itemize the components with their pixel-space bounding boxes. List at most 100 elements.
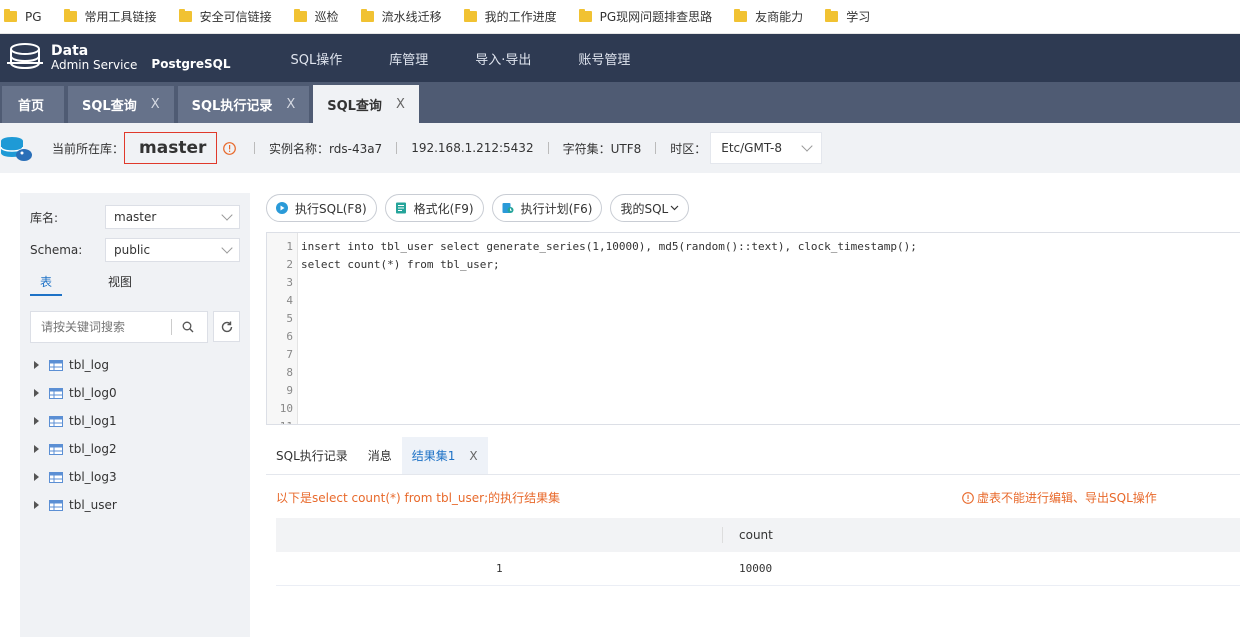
bookmark-tools[interactable]: 常用工具链接 xyxy=(63,8,157,25)
caret-right-icon[interactable] xyxy=(34,389,39,397)
code-area[interactable]: insert into tbl_user select generate_ser… xyxy=(301,233,917,274)
line-number: 10 xyxy=(279,402,293,415)
refresh-button[interactable] xyxy=(213,311,240,342)
caret-right-icon[interactable] xyxy=(34,473,39,481)
timezone-select[interactable]: Etc/GMT-8 xyxy=(710,132,823,164)
caret-right-icon[interactable] xyxy=(34,417,39,425)
line-number: 1 xyxy=(286,240,293,253)
divider xyxy=(547,142,549,154)
chevron-down-icon xyxy=(221,209,233,221)
page-tabs: 首页 SQL查询 X SQL执行记录 X SQL查询 X xyxy=(0,82,1240,123)
caret-right-icon[interactable] xyxy=(34,501,39,509)
execute-sql-button[interactable]: 执行SQL(F8) xyxy=(266,194,377,222)
folder-icon xyxy=(734,9,748,22)
warning-circle-icon[interactable] xyxy=(223,141,236,155)
nav-sql-ops[interactable]: SQL操作 xyxy=(290,49,342,68)
my-sql-dropdown[interactable]: 我的SQL xyxy=(610,194,690,222)
close-icon[interactable]: X xyxy=(286,97,295,112)
table-icon xyxy=(49,415,63,427)
db-label: 库名: xyxy=(30,210,59,225)
chevron-down-icon xyxy=(801,140,813,152)
charset: 字符集：UTF8 xyxy=(562,141,642,156)
db-select[interactable]: master xyxy=(105,205,240,229)
bookmark-inspection[interactable]: 巡检 xyxy=(293,8,339,25)
tab-home[interactable]: 首页 xyxy=(2,86,65,123)
caret-right-icon[interactable] xyxy=(34,445,39,453)
line-number: 5 xyxy=(286,312,293,325)
database-logo-icon xyxy=(7,43,43,70)
tab-sql-query-active[interactable]: SQL查询 X xyxy=(313,85,419,123)
instance-info-bar: 当前所在库： master 实例名称：rds-43a7 192.168.1.21… xyxy=(0,123,1240,173)
folder-icon xyxy=(825,9,839,22)
instance-address: 192.168.1.212:5432 xyxy=(411,141,534,155)
nav-db-management[interactable]: 库管理 xyxy=(389,49,428,68)
bookmark-pg[interactable]: PG xyxy=(4,9,42,24)
divider xyxy=(396,142,398,154)
top-nav: Data Admin Service PostgreSQL SQL操作 库管理 … xyxy=(0,34,1240,82)
warning-circle-icon xyxy=(962,491,974,504)
bookmark-pipeline[interactable]: 流水线迁移 xyxy=(360,8,442,25)
bookmark-learning[interactable]: 学习 xyxy=(825,8,870,25)
schema-field: Schema: public xyxy=(30,238,240,262)
folder-icon xyxy=(178,9,192,22)
line-number: 4 xyxy=(286,294,293,307)
chevron-down-icon xyxy=(221,242,233,254)
chevron-down-icon xyxy=(670,205,679,211)
sql-editor[interactable]: 1 2 3 4 5 6 7 8 9 10 11 insert into tbl_… xyxy=(266,232,1240,425)
tree-item-table[interactable]: tbl_user xyxy=(30,491,117,519)
divider xyxy=(722,527,723,543)
line-number: 6 xyxy=(286,330,293,343)
format-button[interactable]: 格式化(F9) xyxy=(384,194,484,222)
close-icon[interactable]: X xyxy=(469,449,477,463)
table-icon xyxy=(49,359,63,371)
line-number: 2 xyxy=(286,258,293,271)
logo-text: Data Admin Service xyxy=(51,44,137,72)
search-button[interactable] xyxy=(172,312,204,342)
nav-account-management[interactable]: 账号管理 xyxy=(578,49,630,68)
folder-icon xyxy=(293,9,307,22)
table-icon xyxy=(49,471,63,483)
bookmark-progress[interactable]: 我的工作进度 xyxy=(463,8,557,25)
grid-header: count xyxy=(276,518,1240,552)
caret-right-icon[interactable] xyxy=(34,361,39,369)
tree-item-table[interactable]: tbl_log xyxy=(30,351,117,379)
column-header-count[interactable]: count xyxy=(739,528,773,542)
db-field: 库名: master xyxy=(30,205,240,229)
table-tree: tbl_log tbl_log0 tbl_log1 tbl_log2 tbl_l… xyxy=(30,351,117,519)
logo-line1: Data xyxy=(51,43,89,59)
folder-icon xyxy=(578,9,592,22)
tree-item-table[interactable]: tbl_log1 xyxy=(30,407,117,435)
line-number: 8 xyxy=(286,366,293,379)
search-input[interactable] xyxy=(31,313,171,341)
tab-views[interactable]: 视图 xyxy=(104,273,136,296)
code-line: insert into tbl_user select generate_ser… xyxy=(301,240,917,253)
schema-select[interactable]: public xyxy=(105,238,240,262)
tab-messages[interactable]: 消息 xyxy=(358,437,402,474)
tab-execution-history[interactable]: SQL执行记录 xyxy=(266,437,358,474)
result-tabs: SQL执行记录 消息 结果集1 X xyxy=(266,437,1240,475)
row-number: 1 xyxy=(496,562,503,575)
tab-sql-query[interactable]: SQL查询 X xyxy=(68,86,174,123)
close-icon[interactable]: X xyxy=(151,97,160,112)
tab-sql-history[interactable]: SQL执行记录 X xyxy=(177,86,310,123)
line-number: 7 xyxy=(286,348,293,361)
tree-item-table[interactable]: tbl_log3 xyxy=(30,463,117,491)
tree-item-table[interactable]: tbl_log0 xyxy=(30,379,117,407)
cell-count[interactable]: 10000 xyxy=(739,562,772,575)
tab-resultset-1[interactable]: 结果集1 X xyxy=(401,437,488,474)
explain-plan-button[interactable]: 执行计划(F6) xyxy=(491,194,603,222)
tab-tables[interactable]: 表 xyxy=(30,273,62,296)
bookmark-security[interactable]: 安全可信链接 xyxy=(178,8,272,25)
bookmark-competitors[interactable]: 友商能力 xyxy=(734,8,803,25)
product-name: PostgreSQL xyxy=(151,57,231,71)
search-icon xyxy=(182,321,194,333)
bookmark-pg-issues[interactable]: PG现网问题排查思路 xyxy=(578,8,712,25)
tree-item-table[interactable]: tbl_log2 xyxy=(30,435,117,463)
folder-icon xyxy=(63,9,77,22)
refresh-icon xyxy=(221,321,232,332)
nav-import-export[interactable]: 导入·导出 xyxy=(475,49,531,68)
timezone-label: 时区： xyxy=(670,141,707,156)
close-icon[interactable]: X xyxy=(396,97,405,112)
table-row[interactable]: 1 10000 xyxy=(276,552,1240,586)
logo-line2: Admin Service xyxy=(51,58,138,72)
